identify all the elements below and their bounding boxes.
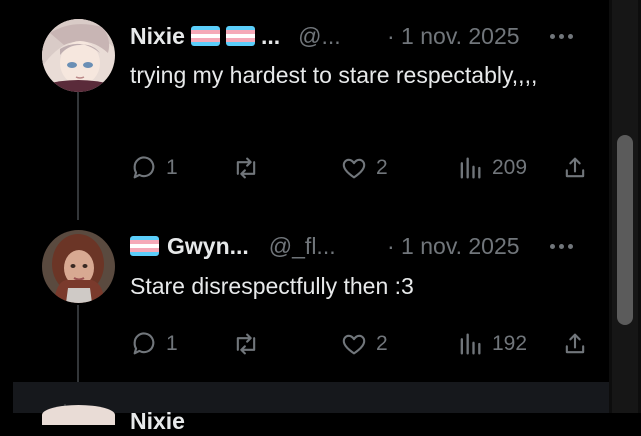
- tweet-header: Gwyn... @_fl... · 1 nov. 2025: [130, 231, 574, 261]
- reply-button[interactable]: 1: [130, 330, 178, 358]
- trans-flag-icon: [190, 26, 220, 46]
- scrollbar-thumb[interactable]: [617, 135, 633, 325]
- display-name[interactable]: Nixie: [130, 23, 185, 50]
- view-count: 209: [492, 156, 528, 179]
- timeline: Nixie ... @... · 1 nov. 2025 trying my h…: [13, 0, 609, 413]
- retweet-button[interactable]: [232, 154, 260, 182]
- left-rail: [0, 0, 13, 413]
- like-count: 2: [376, 332, 388, 355]
- reply-icon: [133, 332, 155, 355]
- more-icon[interactable]: [548, 231, 574, 261]
- like-count: 2: [376, 156, 388, 179]
- retweet-button[interactable]: [232, 330, 260, 358]
- name-truncation: ...: [260, 22, 281, 49]
- avatar[interactable]: [42, 405, 115, 425]
- timestamp[interactable]: · 1 nov. 2025: [387, 23, 520, 50]
- views-icon: [460, 333, 481, 355]
- share-icon: [565, 333, 585, 354]
- display-name[interactable]: Gwyn...: [167, 233, 249, 260]
- tweet[interactable]: Nixie ... @... · 1 nov. 2025 trying my h…: [13, 0, 609, 220]
- timestamp[interactable]: · 1 nov. 2025: [387, 233, 520, 260]
- tweet-actions: 1 2 209: [130, 154, 585, 184]
- like-icon: [342, 334, 366, 355]
- share-button[interactable]: [561, 154, 589, 182]
- like-button[interactable]: 2: [340, 154, 388, 182]
- trans-flag-icon: [225, 26, 255, 46]
- more-icon[interactable]: [548, 21, 574, 51]
- share-icon: [565, 157, 585, 178]
- tweet[interactable]: Gwyn... @_fl... · 1 nov. 2025 Stare disr…: [13, 220, 609, 382]
- reply-count: 1: [166, 332, 178, 355]
- reply-button[interactable]: 1: [130, 154, 178, 182]
- tweet-actions: 1 2 192: [130, 330, 585, 360]
- views-button[interactable]: 192: [456, 330, 527, 358]
- handle[interactable]: @_fl...: [269, 233, 336, 260]
- view-count: 192: [492, 332, 528, 355]
- reply-count: 1: [166, 156, 178, 179]
- views-icon: [460, 157, 481, 179]
- like-button[interactable]: 2: [340, 330, 388, 358]
- like-icon: [342, 158, 366, 179]
- avatar[interactable]: [42, 19, 115, 92]
- retweet-icon: [236, 333, 256, 355]
- trans-flag-icon: [130, 236, 159, 256]
- tweet-text: Stare disrespectfully then :3: [130, 273, 414, 299]
- retweet-icon: [236, 157, 256, 179]
- handle[interactable]: @...: [298, 23, 341, 50]
- next-tweet-peek[interactable]: Nixie: [13, 382, 609, 434]
- tweet-header: Nixie ... @... · 1 nov. 2025: [130, 21, 574, 51]
- tweet-text: trying my hardest to stare respectably,,…: [130, 62, 538, 88]
- views-button[interactable]: 209: [456, 154, 527, 182]
- share-button[interactable]: [561, 330, 589, 358]
- avatar[interactable]: [42, 230, 115, 303]
- display-name[interactable]: Nixie: [130, 406, 185, 436]
- reply-icon: [133, 156, 155, 179]
